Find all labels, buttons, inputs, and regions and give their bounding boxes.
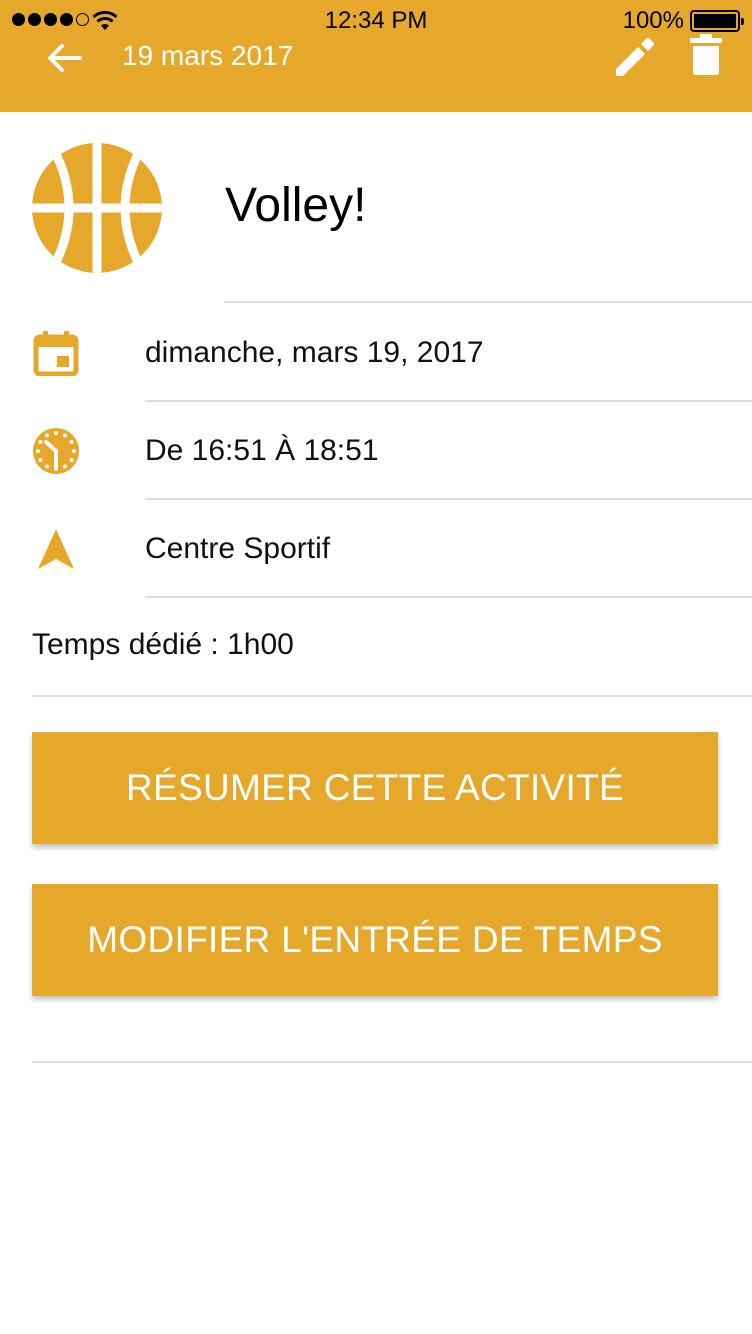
- activity-date: dimanche, mars 19, 2017: [145, 336, 484, 369]
- divider: [145, 498, 752, 500]
- activity-time-range: De 16:51 À 18:51: [145, 434, 379, 467]
- activity-location: Centre Sportif: [145, 532, 331, 565]
- back-arrow-icon: [48, 44, 82, 72]
- summarize-activity-button[interactable]: RÉSUMER CETTE ACTIVITÉ: [32, 732, 718, 844]
- divider: [224, 301, 752, 303]
- activity-title: Volley!: [225, 179, 367, 232]
- back-button[interactable]: [44, 38, 84, 78]
- divider: [32, 695, 752, 697]
- trash-icon: [690, 34, 722, 75]
- basketball-icon: [32, 143, 162, 273]
- time-spent: Temps dédié : 1h00: [32, 628, 294, 661]
- navigation-arrow-icon: [31, 524, 81, 574]
- page-title: 19 mars 2017: [122, 40, 294, 71]
- calendar-icon: [31, 328, 81, 378]
- pencil-icon: [616, 38, 654, 76]
- divider: [145, 400, 752, 402]
- edit-time-entry-button[interactable]: MODIFIER L'ENTRÉE DE TEMPS: [32, 884, 718, 996]
- battery-icon: [690, 10, 744, 32]
- divider: [32, 1061, 752, 1063]
- battery-percent: 100%: [622, 7, 684, 34]
- clock-icon: [31, 426, 81, 476]
- delete-button[interactable]: [686, 32, 726, 78]
- edit-button[interactable]: [612, 34, 658, 80]
- divider: [145, 596, 752, 598]
